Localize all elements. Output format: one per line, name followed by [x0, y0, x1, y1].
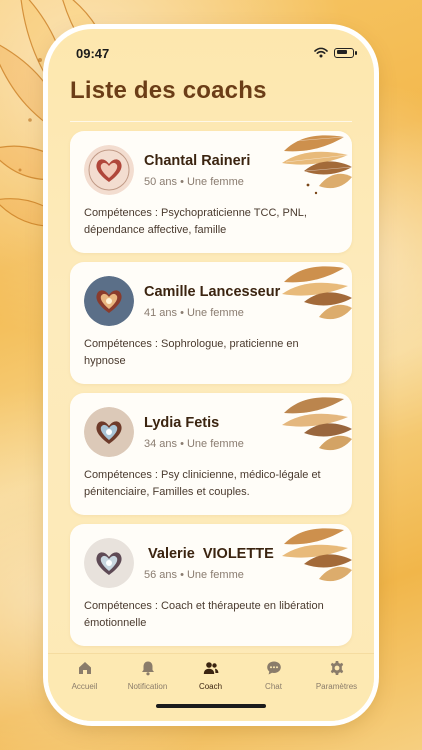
avatar — [84, 407, 134, 457]
heart-avatar-icon — [84, 407, 134, 457]
feather-decoration-icon — [282, 266, 352, 320]
heart-avatar-icon — [84, 538, 134, 588]
coach-age-gender: 56 ans • Une femme — [144, 569, 244, 581]
avatar — [84, 538, 134, 588]
coach-name: Valerie VIOLETTE — [144, 546, 274, 562]
status-bar: 09:47 — [48, 29, 374, 69]
title-divider — [70, 121, 352, 122]
tab-accueil[interactable]: Accueil — [52, 660, 117, 691]
coach-card[interactable]: Lydia Fetis 34 ans • Une femme Compétenc… — [70, 393, 352, 515]
avatar — [84, 145, 134, 195]
gear-icon — [330, 661, 343, 675]
tab-label: Coach — [198, 682, 223, 691]
feather-decoration-icon — [282, 135, 352, 195]
tab-label: Chat — [265, 682, 282, 691]
tab-parametres[interactable]: Paramètres — [304, 660, 369, 691]
page-title: Liste des coachs — [70, 77, 267, 104]
heart-avatar-icon — [84, 276, 134, 326]
coach-name: Lydia Fetis — [144, 415, 220, 431]
status-time: 09:47 — [76, 46, 110, 61]
coach-card[interactable]: Camille Lancesseur 41 ans • Une femme Co… — [70, 262, 352, 384]
home-icon — [78, 662, 91, 674]
coach-age-gender: 50 ans • Une femme — [144, 176, 244, 188]
coach-name: Camille Lancesseur — [144, 284, 281, 300]
coach-skills: Compétences : Psy clinicienne, médico-lé… — [84, 469, 321, 498]
users-icon — [203, 662, 218, 674]
battery-icon — [334, 47, 357, 58]
bell-icon — [141, 661, 154, 676]
feather-decoration-icon — [282, 528, 352, 582]
coach-age-gender: 41 ans • Une femme — [144, 307, 244, 319]
wifi-icon — [314, 47, 328, 58]
coach-skills: Compétences : Psychopraticienne TCC, PNL… — [84, 207, 307, 236]
feather-decoration-icon — [282, 397, 352, 451]
avatar — [84, 276, 134, 326]
tab-notification[interactable]: Notification — [115, 660, 180, 691]
heart-avatar-icon — [84, 145, 134, 195]
coach-skills: Compétences : Coach et thérapeute en lib… — [84, 600, 324, 629]
tab-label: Notification — [127, 682, 168, 691]
coach-card[interactable]: Chantal Raineri 50 ans • Une femme Compé… — [70, 131, 352, 253]
app-screen: 09:47 Liste des coachs Chantal Raineri 5… — [48, 29, 374, 721]
bottom-tab-bar: Accueil Notification Coach Chat Paramètr… — [48, 653, 374, 721]
phone-frame: 09:47 Liste des coachs Chantal Raineri 5… — [48, 29, 374, 721]
status-icons — [314, 47, 357, 58]
tab-label: Paramètres — [315, 682, 358, 691]
coach-list: Chantal Raineri 50 ans • Une femme Compé… — [70, 131, 352, 655]
coach-age-gender: 34 ans • Une femme — [144, 438, 244, 450]
tab-coach[interactable]: Coach — [178, 660, 243, 691]
chat-bubble-icon — [266, 661, 281, 675]
coach-skills: Compétences : Sophrologue, praticienne e… — [84, 338, 299, 367]
tab-label: Accueil — [71, 682, 98, 691]
tab-chat[interactable]: Chat — [241, 660, 306, 691]
coach-name: Chantal Raineri — [144, 153, 251, 169]
coach-card[interactable]: Valerie VIOLETTE 56 ans • Une femme Comp… — [70, 524, 352, 646]
home-indicator[interactable] — [156, 704, 266, 708]
